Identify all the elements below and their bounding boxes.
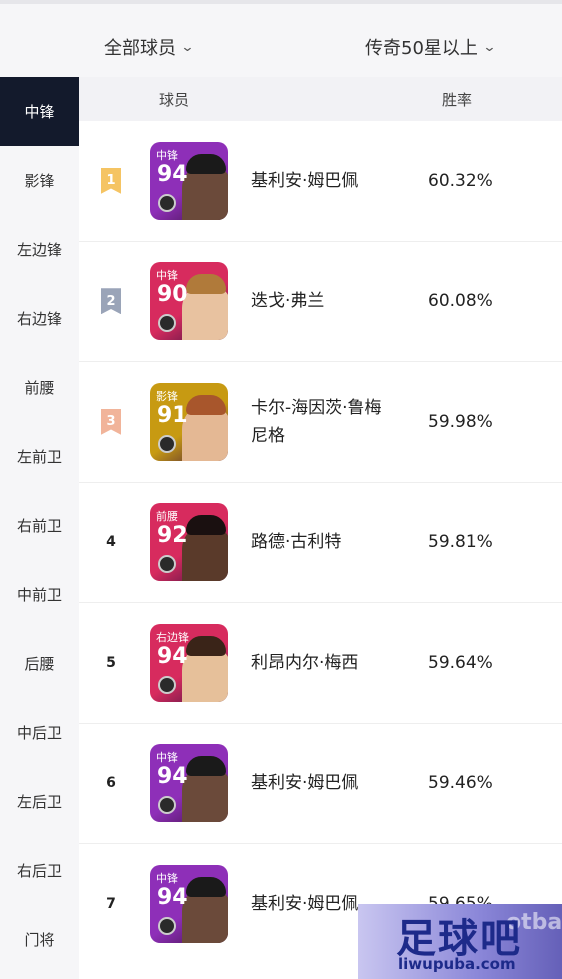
table-row[interactable]: 6 中锋 94 基利安·姆巴佩 59.46%	[79, 724, 562, 844]
watermark-url: liwupuba.com	[398, 955, 516, 973]
sidebar-item-position[interactable]: 影锋	[0, 146, 79, 215]
win-rate-value: 59.98%	[428, 411, 493, 432]
card-rating: 90	[157, 282, 188, 308]
player-portrait-hair	[186, 877, 226, 898]
player-portrait-hair	[186, 756, 226, 777]
club-badge-icon	[158, 555, 176, 574]
card-rating: 94	[157, 643, 188, 669]
sidebar-item-position[interactable]: 中锋	[0, 77, 79, 146]
player-portrait-hair	[186, 635, 226, 656]
card-position: 影锋	[156, 389, 178, 403]
sidebar-item-position[interactable]: 左边锋	[0, 215, 79, 284]
tier-dropdown[interactable]: 传奇50星以上 ⌄	[365, 34, 497, 60]
table-row[interactable]: 3 影锋 91 卡尔-海因茨·鲁梅尼格 59.98%	[79, 362, 562, 483]
player-name: 迭戈·弗兰	[251, 291, 325, 312]
club-badge-icon	[158, 434, 176, 453]
card-position: 中锋	[156, 751, 178, 765]
rank-marker: 1	[101, 167, 121, 194]
card-position: 中锋	[156, 269, 178, 283]
sidebar-item-position[interactable]: 左后卫	[0, 767, 79, 836]
rank-marker: 6	[106, 775, 116, 792]
player-list: 1 中锋 94 基利安·姆巴佩 60.32% 2 中锋 90 迭戈·弗兰 60.08% 3 影锋 91 卡…	[79, 121, 562, 965]
table-row[interactable]: 2 中锋 90 迭戈·弗兰 60.08%	[79, 242, 562, 362]
player-scope-label: 全部球员	[104, 38, 176, 59]
card-rating: 92	[157, 523, 188, 549]
player-portrait-hair	[186, 274, 226, 295]
rank-marker: 2	[101, 288, 121, 315]
club-badge-icon	[158, 314, 176, 333]
player-portrait-hair	[186, 153, 226, 174]
sidebar-item-position[interactable]: 右前卫	[0, 491, 79, 560]
win-rate-value: 60.08%	[428, 291, 493, 312]
player-card[interactable]: 前腰 92	[150, 503, 228, 582]
player-name: 基利安·姆巴佩	[251, 773, 359, 794]
win-rate-value: 59.46%	[428, 773, 493, 794]
player-card[interactable]: 中锋 94	[150, 141, 228, 220]
rank-marker: 5	[106, 654, 116, 671]
win-rate-value: 59.64%	[428, 652, 493, 673]
card-rating: 91	[157, 402, 188, 428]
player-card[interactable]: 中锋 94	[150, 744, 228, 823]
card-rating: 94	[157, 161, 188, 187]
table-header: 球员 胜率	[79, 77, 562, 121]
sidebar-item-position[interactable]: 后腰	[0, 629, 79, 698]
win-rate-value: 59.81%	[428, 532, 493, 553]
player-scope-dropdown[interactable]: 全部球员 ⌄	[104, 34, 195, 60]
player-portrait-hair	[186, 394, 226, 415]
win-rate-value: 60.32%	[428, 170, 493, 191]
tier-label: 传奇50星以上	[365, 38, 478, 59]
table-row[interactable]: 5 右边锋 94 利昂内尔·梅西 59.64%	[79, 603, 562, 724]
sidebar-item-position[interactable]: 门将	[0, 905, 79, 974]
club-badge-icon	[158, 193, 176, 212]
player-name: 路德·古利特	[251, 532, 342, 553]
sidebar-item-position[interactable]: 右边锋	[0, 284, 79, 353]
chevron-down-icon: ⌄	[482, 39, 497, 55]
player-card[interactable]: 影锋 91	[150, 382, 228, 461]
table-row[interactable]: 4 前腰 92 路德·古利特 59.81%	[79, 483, 562, 603]
club-badge-icon	[158, 796, 176, 815]
sidebar-item-position[interactable]: 中后卫	[0, 698, 79, 767]
chevron-down-icon: ⌄	[180, 39, 195, 55]
rank-marker: 7	[106, 896, 116, 913]
card-position: 中锋	[156, 148, 178, 162]
club-badge-icon	[158, 675, 176, 694]
sidebar-item-position[interactable]: 左前卫	[0, 422, 79, 491]
filter-bar: 全部球员 ⌄ 传奇50星以上 ⌄	[0, 0, 562, 77]
table-row[interactable]: 1 中锋 94 基利安·姆巴佩 60.32%	[79, 121, 562, 242]
player-column-header: 球员	[159, 90, 190, 109]
sidebar-item-position[interactable]: 右后卫	[0, 836, 79, 905]
card-position: 中锋	[156, 872, 178, 886]
card-rating: 94	[157, 764, 188, 790]
player-card[interactable]: 中锋 94	[150, 865, 228, 944]
player-name: 卡尔-海因茨·鲁梅尼格	[251, 397, 382, 446]
player-name: 基利安·姆巴佩	[251, 170, 359, 191]
card-position: 前腰	[156, 510, 178, 524]
win-rate-column-header: 胜率	[442, 90, 473, 109]
player-card[interactable]: 中锋 90	[150, 262, 228, 341]
rank-marker: 3	[101, 408, 121, 435]
rank-marker: 4	[106, 534, 116, 551]
player-card[interactable]: 右边锋 94	[150, 623, 228, 702]
card-rating: 94	[157, 885, 188, 911]
card-position: 右边锋	[156, 630, 189, 644]
sidebar-item-position[interactable]: 中前卫	[0, 560, 79, 629]
player-name: 利昂内尔·梅西	[251, 652, 359, 673]
player-portrait-hair	[186, 515, 226, 536]
position-sidebar: 中锋 影锋 左边锋 右边锋 前腰 左前卫 右前卫 中前卫 后腰 中后卫 左后卫 右后卫 门将	[0, 77, 79, 979]
site-watermark: otba 足球吧 liwupuba.com	[358, 904, 562, 979]
sidebar-item-position[interactable]: 前腰	[0, 353, 79, 422]
club-badge-icon	[158, 917, 176, 936]
